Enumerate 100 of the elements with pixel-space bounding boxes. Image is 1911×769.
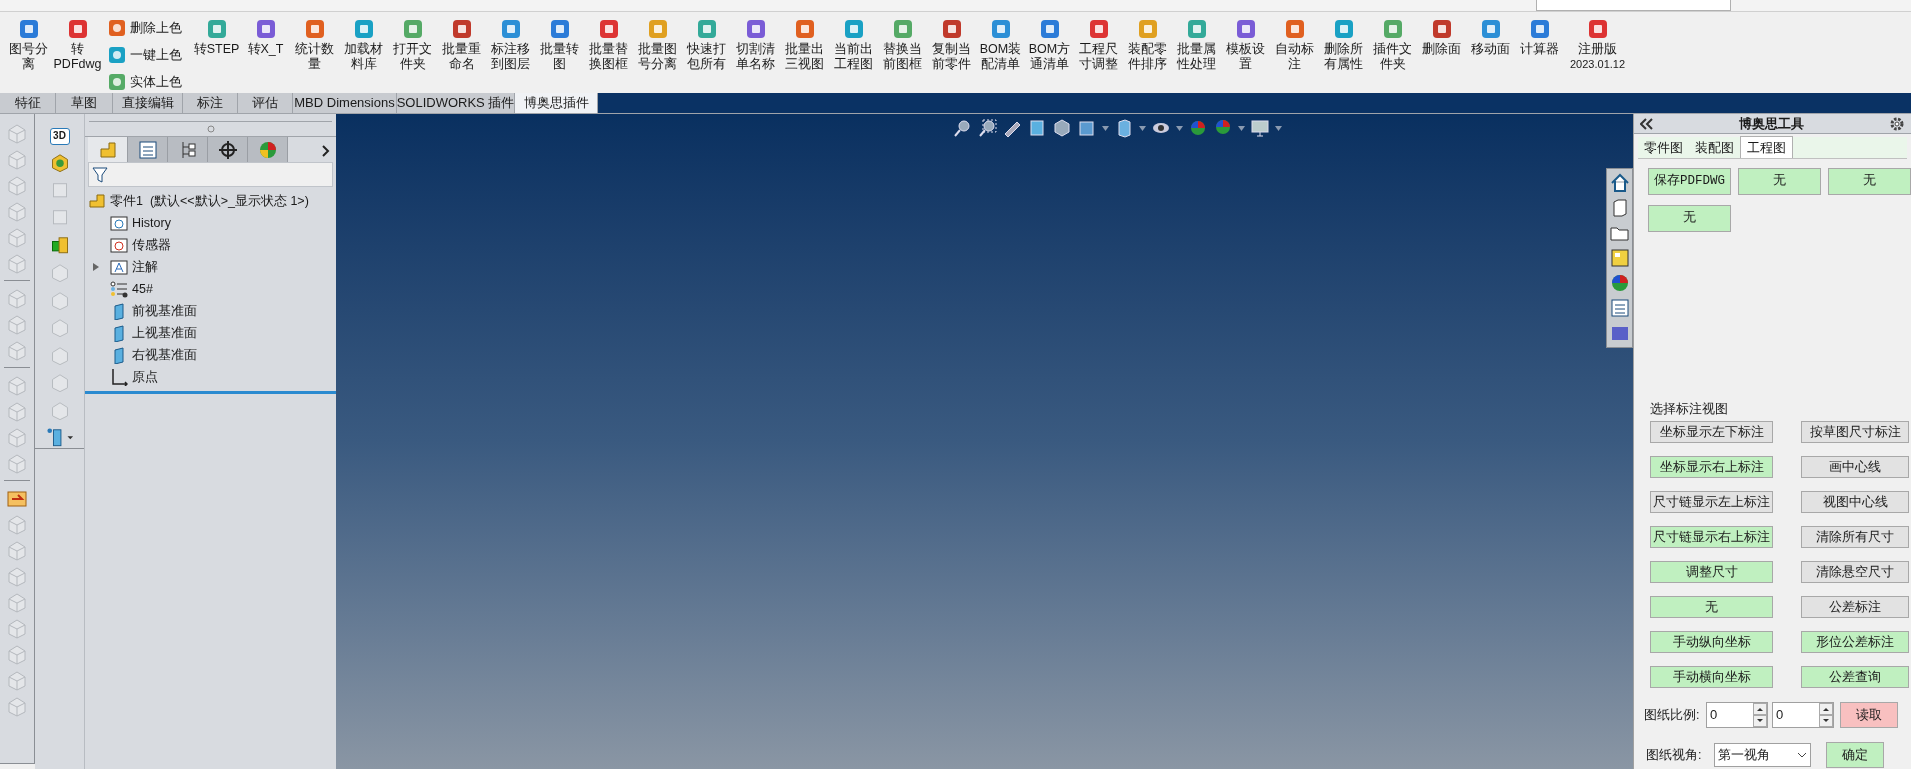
- button[interactable]: 无: [1828, 168, 1911, 195]
- panel-tab[interactable]: [128, 137, 168, 162]
- tool-button[interactable]: 注册版 2023.01.12: [1566, 16, 1630, 71]
- tool-button[interactable]: 加载材 料库: [341, 16, 386, 72]
- tab[interactable]: 零件图: [1638, 138, 1689, 158]
- tool-button[interactable]: 装配零 件排序: [1125, 16, 1170, 72]
- button[interactable]: 无: [1648, 205, 1731, 232]
- tool-button[interactable]: 图号分 离: [6, 16, 51, 72]
- tab[interactable]: 装配图: [1689, 138, 1740, 158]
- button[interactable]: 公差查询: [1801, 666, 1909, 688]
- tool-button[interactable]: 标注移 到图层: [488, 16, 533, 72]
- cube-icon: [6, 122, 28, 144]
- button[interactable]: 画中心线: [1801, 456, 1909, 478]
- button[interactable]: 无: [1738, 168, 1821, 195]
- tool-button[interactable]: 转X_T: [243, 16, 288, 57]
- button[interactable]: 按草图尺寸标注: [1801, 421, 1909, 443]
- tab[interactable]: 工程图: [1740, 136, 1793, 158]
- tool-button[interactable]: 删除所 有属性: [1321, 16, 1366, 72]
- tree-item[interactable]: 传感器: [106, 235, 171, 255]
- tool-button[interactable]: 替换当 前图框: [880, 16, 925, 72]
- tree-item[interactable]: 右视基准面: [106, 345, 197, 365]
- cube-icon: [6, 287, 28, 309]
- paint-icon: [108, 19, 126, 37]
- tool-button[interactable]: 批量出 三视图: [782, 16, 827, 72]
- tree-item[interactable]: 前视基准面: [106, 301, 197, 321]
- tool-button[interactable]: 切割清 单名称: [733, 16, 778, 72]
- app-icon: [1528, 18, 1551, 40]
- button[interactable]: 尺寸链显示左上标注: [1650, 491, 1773, 513]
- button[interactable]: 坐标显示左下标注: [1650, 421, 1773, 443]
- button[interactable]: 手动纵向坐标: [1650, 631, 1773, 653]
- spin-field[interactable]: 0: [1706, 702, 1768, 728]
- cube-icon: [1052, 118, 1072, 138]
- tool-button[interactable]: 工程尺 寸调整: [1076, 16, 1121, 72]
- filter-field[interactable]: [88, 162, 333, 187]
- cube-icon: [6, 374, 28, 396]
- button[interactable]: 清除所有尺寸: [1801, 526, 1909, 548]
- zoom-icon: [977, 118, 997, 138]
- spinner-arrows-icon: [1753, 703, 1767, 727]
- app-icon: [205, 18, 228, 40]
- tree-item[interactable]: 原点: [106, 367, 158, 387]
- ribbon-tab[interactable]: 博奥思插件: [515, 93, 598, 113]
- caret-icon: [1238, 125, 1245, 131]
- tool-button[interactable]: 批量图 号分离: [635, 16, 680, 72]
- dropdown[interactable]: 第一视角: [1714, 743, 1811, 767]
- tree-item[interactable]: 上视基准面: [106, 323, 197, 343]
- spin-field[interactable]: 0: [1772, 702, 1834, 728]
- search-field[interactable]: [1536, 0, 1731, 11]
- button[interactable]: 形位公差标注: [1801, 631, 1909, 653]
- tool-button[interactable]: 批量替 换图框: [586, 16, 631, 72]
- tool-button[interactable]: 批量转 图: [537, 16, 582, 72]
- list-icon: [136, 138, 159, 161]
- paint-icon: [108, 73, 126, 91]
- tool-button[interactable]: 删除上色: [106, 16, 192, 40]
- button[interactable]: 保存PDFDWG: [1648, 168, 1731, 195]
- cube-icon: [6, 539, 28, 561]
- tool-button[interactable]: 计算器: [1517, 16, 1562, 57]
- tool-button[interactable]: 统计数 量: [292, 16, 337, 72]
- button[interactable]: 尺寸链显示右上标注: [1650, 526, 1773, 548]
- button[interactable]: 清除悬空尺寸: [1801, 561, 1909, 583]
- tool-button[interactable]: BOM方 通清单: [1027, 16, 1072, 72]
- badge-icon[interactable]: 3D: [49, 128, 70, 145]
- tool-button[interactable]: 快速打 包所有: [684, 16, 729, 72]
- button[interactable]: 调整尺寸: [1650, 561, 1773, 583]
- tool-button[interactable]: 批量属 性处理: [1174, 16, 1219, 72]
- tree-item[interactable]: 注解: [106, 257, 158, 277]
- expand-arrow-icon[interactable]: [92, 262, 100, 272]
- button[interactable]: 手动横向坐标: [1650, 666, 1773, 688]
- ribbon-tab[interactable]: SOLIDWORKS 插件: [397, 93, 515, 113]
- caret-icon: [1139, 125, 1146, 131]
- cube-icon: [6, 426, 28, 448]
- tool-button[interactable]: 实体上色: [106, 70, 192, 94]
- button[interactable]: 公差标注: [1801, 596, 1909, 618]
- tool-button[interactable]: 转STEP: [194, 16, 239, 57]
- button[interactable]: 视图中心线: [1801, 491, 1909, 513]
- tree-item[interactable]: 零件1 (默认<<默认>_显示状态 1>): [85, 190, 336, 212]
- tool-button[interactable]: 删除面: [1419, 16, 1464, 57]
- tree-item[interactable]: History: [106, 213, 171, 233]
- tool-button[interactable]: 批量重 命名: [439, 16, 484, 72]
- tree-item[interactable]: 45#: [106, 279, 153, 299]
- app-icon: [1185, 18, 1208, 40]
- tool-button[interactable]: BOM装 配清单: [978, 16, 1023, 72]
- tool-button[interactable]: 一键上色: [106, 43, 192, 67]
- tool-button[interactable]: 移动面: [1468, 16, 1513, 57]
- tool-button[interactable]: 模板设 置: [1223, 16, 1268, 72]
- tool-button[interactable]: 打开文 件夹: [390, 16, 435, 72]
- button[interactable]: 读取: [1840, 702, 1898, 728]
- tool-button[interactable]: 当前出 工程图: [831, 16, 876, 72]
- app-icon: [1234, 18, 1257, 40]
- button[interactable]: 无: [1650, 596, 1773, 618]
- ribbon-tab[interactable]: MBD Dimensions: [293, 93, 397, 113]
- panel-tab[interactable]: [168, 137, 208, 162]
- tool-button[interactable]: 复制当 前零件: [929, 16, 974, 72]
- button[interactable]: 确定: [1826, 742, 1884, 768]
- tool-button[interactable]: 插件文 件夹: [1370, 16, 1415, 72]
- tool-button[interactable]: 转 PDFdwg: [55, 16, 100, 72]
- app-icon: [1430, 18, 1453, 40]
- tool-button[interactable]: 自动标 注: [1272, 16, 1317, 72]
- monitor-icon: [1250, 118, 1270, 138]
- panel-tab[interactable]: [208, 137, 248, 162]
- button[interactable]: 坐标显示右上标注: [1650, 456, 1773, 478]
